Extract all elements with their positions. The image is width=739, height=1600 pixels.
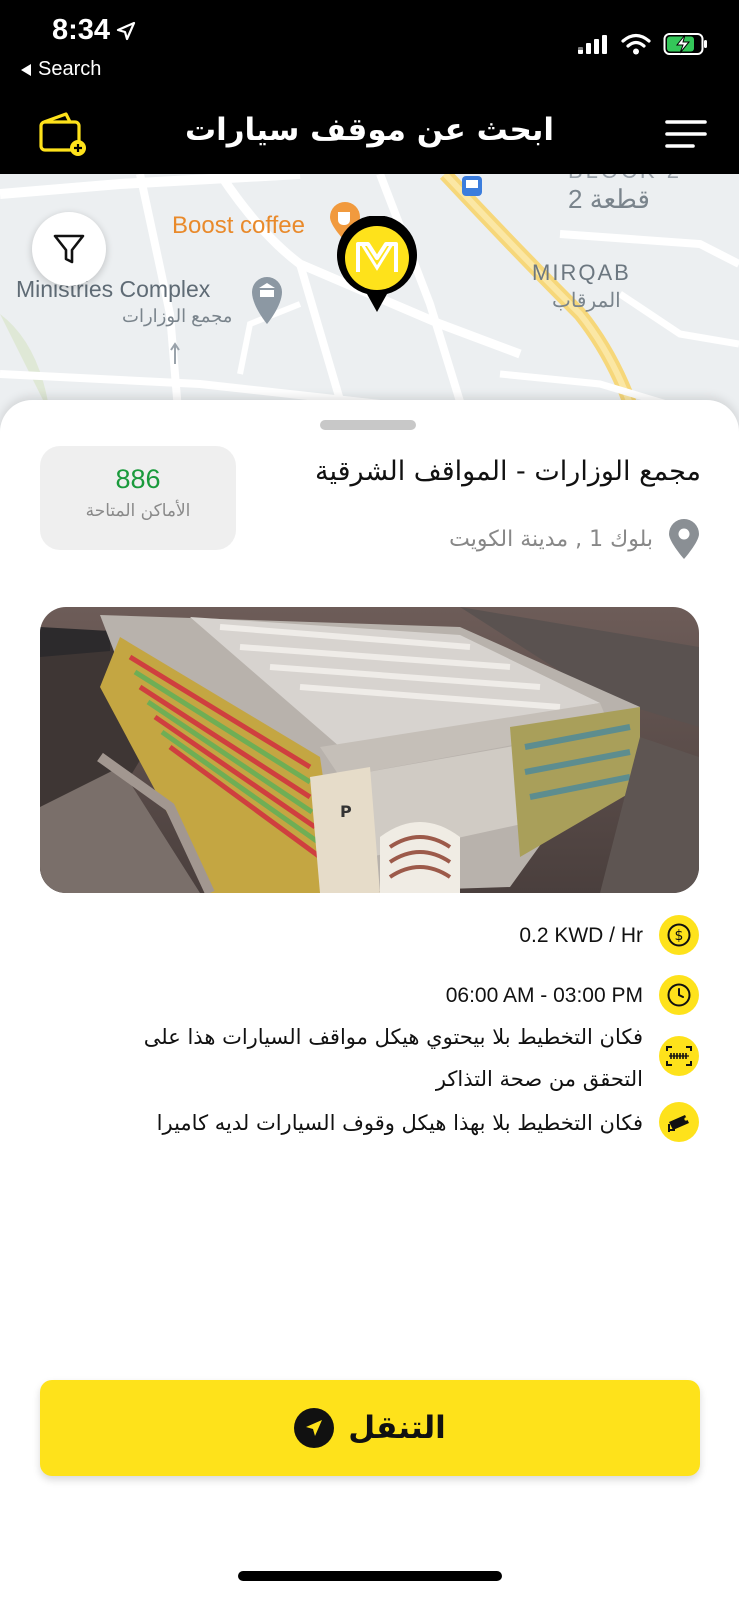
price-text: 0.2 KWD / Hr	[519, 924, 643, 947]
location-pin-icon	[669, 519, 699, 559]
back-triangle-icon	[21, 63, 31, 76]
wifi-icon	[621, 33, 651, 55]
filter-icon	[53, 234, 85, 264]
back-to-search-link[interactable]: Search	[20, 58, 101, 81]
camera-text: فكان التخطيط بلا بهذا هيكل وقوف السيارات…	[156, 1111, 643, 1135]
parking-details-sheet: 886 الأماكن المتاحة مجمع الوزارات - المو…	[0, 400, 739, 1600]
available-spaces-card: 886 الأماكن المتاحة	[40, 446, 236, 550]
status-bar: 8:34 Search	[0, 0, 739, 98]
menu-icon	[665, 120, 707, 148]
hours-text: 06:00 AM - 03:00 PM	[445, 984, 643, 1007]
parking-lot-address: بلوك 1 , مدينة الكويت	[449, 518, 701, 560]
clock-icon	[667, 983, 691, 1007]
hours-feature: 06:00 AM - 03:00 PM	[446, 975, 699, 1017]
map-label-mirqab-ar-text: المرقاب	[552, 290, 621, 312]
price-icon-badge: $	[659, 915, 699, 955]
map-label-ministries-ar-text: مجمع الوزارات	[122, 306, 233, 326]
ticket-validation-text: فكان التخطيط بلا بيحتوي هيكل مواقف السيا…	[143, 1025, 643, 1091]
navigation-icon-badge	[294, 1408, 335, 1448]
map-label-block-2-text: قطعة 2	[568, 184, 650, 214]
ticket-scan-icon	[666, 1046, 692, 1066]
ticket-icon-badge	[659, 1036, 699, 1076]
status-icons	[577, 32, 709, 56]
camera-feature: فكان التخطيط بلا بهذا هيكل وقوف السيارات…	[157, 1102, 699, 1144]
map-label-mirqab: MIRQAB	[532, 260, 631, 286]
battery-charging-icon	[663, 33, 707, 55]
camera-icon-badge	[659, 1102, 699, 1142]
page-title: ابحث عن موقف سيارات	[184, 112, 555, 148]
map-label-ministries-text: Ministries Complex	[16, 276, 211, 302]
map-label-block-partial: BLOCK 2	[568, 174, 682, 184]
parking-lot-address-text: بلوك 1 , مدينة الكويت	[449, 526, 653, 552]
parking-lot-name: مجمع الوزارات - المواقف الشرقية	[314, 456, 701, 487]
menu-button[interactable]	[663, 114, 709, 154]
price-feature: $ 0.2 KWD / Hr	[519, 915, 699, 957]
camera-icon	[668, 1115, 689, 1132]
sheet-drag-handle[interactable]	[320, 420, 416, 430]
back-label: Search	[38, 58, 102, 80]
parking-pin-icon[interactable]	[334, 216, 420, 316]
navigate-button[interactable]: التنقل	[40, 1380, 700, 1476]
location-arrow-icon	[116, 21, 136, 40]
hours-icon-badge	[659, 975, 699, 1015]
map-label-mirqab-text: MIRQAB	[532, 260, 631, 285]
ticket-validation-feature: فكان التخطيط بلا بيحتوي هيكل مواقف السيا…	[79, 1016, 699, 1100]
status-time: 8:34	[52, 14, 136, 47]
government-place-icon	[252, 277, 282, 324]
map-label-ministries-ar: مجمع الوزارات	[122, 306, 232, 327]
app-header: ابحث عن موقف سيارات	[0, 98, 739, 174]
available-spaces-label: الأماكن المتاحة	[85, 501, 191, 521]
status-time-text: 8:34	[52, 14, 111, 46]
svg-text:$: $	[675, 928, 684, 944]
map-label-coffee: Boost coffee	[172, 212, 305, 240]
map-label-block-partial-text: BLOCK 2	[568, 174, 682, 183]
filter-button[interactable]	[32, 212, 106, 286]
map-label-ministries: Ministries Complex	[16, 276, 210, 303]
navigation-arrow-icon	[306, 1420, 323, 1436]
available-spaces-count: 886	[115, 464, 161, 494]
parking-lot-photo: P	[40, 607, 699, 893]
svg-text:P: P	[340, 802, 352, 821]
map-label-mirqab-ar: المرقاب	[552, 288, 621, 313]
parking-building-image: P	[40, 607, 699, 893]
map-view[interactable]: Boost coffee Ministries Complex مجمع الو…	[0, 174, 739, 434]
map-label-coffee-text: Boost coffee	[172, 212, 305, 239]
home-indicator[interactable]	[238, 1571, 502, 1581]
navigate-button-label: التنقل	[348, 1410, 446, 1446]
money-icon: $	[667, 923, 691, 947]
map-label-block-2: قطعة 2	[568, 184, 650, 215]
signal-icon	[578, 35, 607, 54]
